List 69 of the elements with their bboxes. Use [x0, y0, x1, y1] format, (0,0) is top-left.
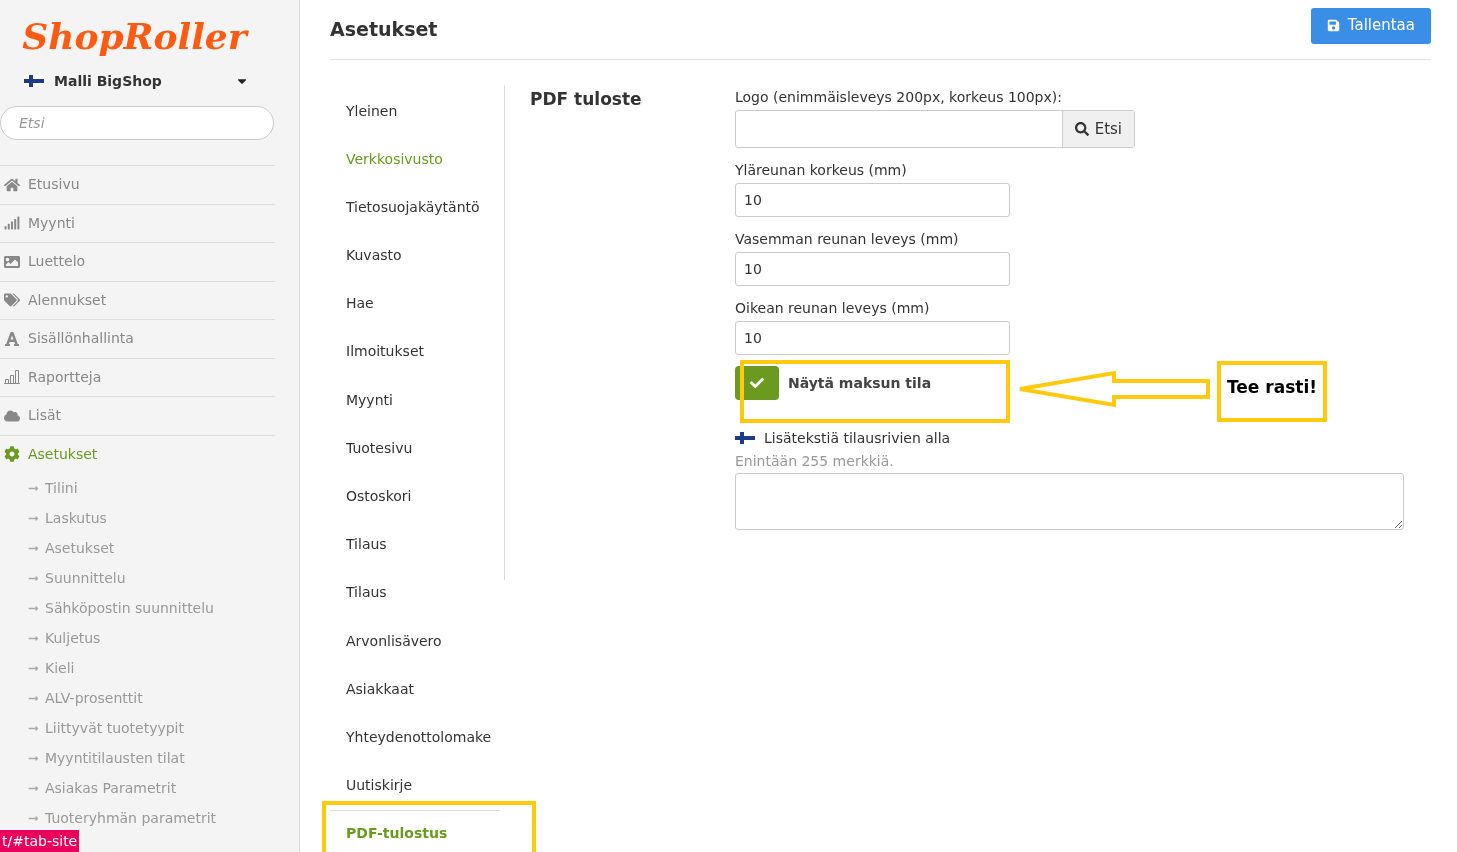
settings-tab[interactable]: Tietosuojakäytäntö [346, 193, 480, 222]
checkbox[interactable] [735, 366, 779, 400]
field-label: Logo (enimmäisleveys 200px, korkeus 100px): [735, 88, 1063, 107]
nav-item[interactable]: Sisällönhallinta [0, 319, 275, 358]
input-field[interactable]: 10 [735, 183, 1010, 217]
nav-item[interactable]: Raportteja [0, 357, 275, 396]
sub-nav-item[interactable]: Tilini [0, 473, 275, 503]
settings-tab[interactable]: Arvonlisävero [346, 627, 442, 656]
sub-nav-item[interactable]: Tuoteryhmän parametrit [0, 803, 275, 833]
nav-item[interactable]: Luettelo [0, 242, 275, 281]
nav-item[interactable]: Etusivu [0, 165, 275, 204]
page-title: Asetukset [330, 17, 438, 43]
signal-bars-icon [4, 215, 20, 232]
tags-icon [4, 292, 20, 309]
settings-tab[interactable]: Myynti [346, 386, 393, 415]
image-icon [4, 253, 20, 270]
status-url-tooltip: t/#tab-site [0, 830, 80, 852]
input-field[interactable]: 10 [735, 252, 1010, 286]
field-label: Oikean reunan leveys (mm) [735, 299, 931, 318]
sub-nav-item[interactable]: Asetukset [0, 533, 275, 563]
shop-selector[interactable]: Malli BigShop [24, 67, 249, 95]
settings-tab[interactable]: Hae [346, 289, 374, 318]
settings-tab[interactable]: Kuvasto [346, 241, 402, 270]
finnish-flag-icon [735, 432, 755, 444]
bar-chart-icon [4, 369, 20, 386]
settings-tab[interactable]: Yleinen [346, 97, 398, 125]
gear-icon [4, 446, 20, 463]
sub-nav-item[interactable]: Suunnittelu [0, 563, 275, 593]
sub-nav-item[interactable]: ALV-prosenttit [0, 683, 275, 713]
settings-tab[interactable]: Asiakkaat [346, 675, 414, 704]
browse-button[interactable]: Etsi [1061, 111, 1134, 147]
search-icon [1074, 122, 1089, 136]
settings-tab[interactable]: Tilaus [346, 578, 387, 607]
sub-nav-item[interactable]: Liittyvät tuotetyypit [0, 713, 275, 743]
cloud-icon [4, 407, 20, 424]
settings-tab[interactable]: Ostoskori [346, 482, 412, 511]
settings-tab[interactable]: Yhteydenottolomake [346, 723, 492, 752]
field-label: Vasemman reunan leveys (mm) [735, 230, 960, 249]
sub-nav-item[interactable]: Kuljetus [0, 623, 275, 653]
field-hint: Enintään 255 merkkiä. [735, 452, 895, 471]
search-field[interactable]: Etsi [0, 106, 274, 140]
sub-nav-item[interactable]: Myyntitilausten tilat [0, 743, 275, 773]
annotation-note: Tee rasti! [1217, 361, 1327, 422]
file-input[interactable]: Etsi [735, 110, 1135, 148]
save-button[interactable]: Tallentaa [1310, 7, 1431, 44]
sub-nav-item[interactable]: Asiakas Parametrit [0, 773, 275, 803]
nav-item[interactable]: Asetukset [0, 434, 275, 473]
home-icon [4, 176, 20, 193]
sub-nav-item[interactable]: Sähköpostin suunnittelu [0, 593, 275, 623]
field-label: Yläreunan korkeus (mm) [735, 161, 908, 180]
nav-item[interactable]: Lisät [0, 396, 275, 435]
sub-nav-item[interactable]: Kieli [0, 653, 275, 683]
finnish-flag-icon [24, 75, 44, 87]
settings-tab[interactable]: Verkkosivusto [346, 145, 443, 174]
field-label: Lisätekstiä tilausrivien alla [764, 429, 951, 448]
nav-item[interactable]: Alennukset [0, 280, 275, 319]
settings-tab[interactable]: Uutiskirje [346, 771, 413, 800]
settings-tab[interactable]: Tilaus [346, 530, 387, 559]
check-icon [750, 376, 764, 390]
section-title: PDF tuloste [530, 88, 643, 111]
letter-icon [4, 330, 20, 347]
settings-tab[interactable]: PDF-tulostus [346, 819, 448, 848]
sub-nav-item[interactable]: Laskutus [0, 503, 275, 533]
settings-tab[interactable]: Tuotesivu [346, 434, 413, 463]
checkbox-label: Näytä maksun tila [788, 374, 932, 393]
settings-tab[interactable]: Ilmoitukset [346, 337, 424, 366]
logo[interactable]: ShopRoller [22, 14, 247, 58]
input-field[interactable]: 10 [735, 321, 1010, 355]
nav-item[interactable]: Myynti [0, 203, 275, 242]
